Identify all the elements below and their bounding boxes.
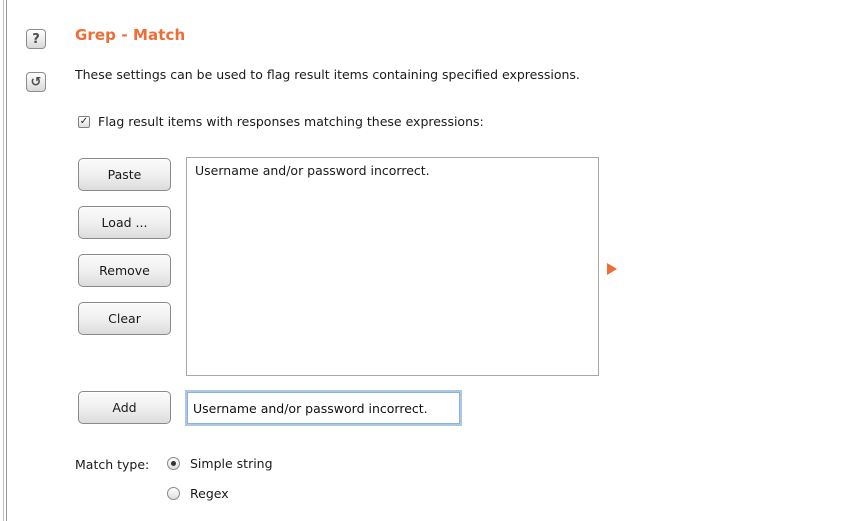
expand-arrow-icon[interactable]	[607, 263, 617, 275]
match-type-simple-option[interactable]: Simple string	[167, 456, 273, 471]
simple-string-radio[interactable]	[167, 457, 180, 470]
match-type-label: Match type:	[75, 457, 150, 472]
regex-radio[interactable]	[167, 487, 180, 500]
paste-button[interactable]: Paste	[78, 158, 171, 191]
simple-string-label: Simple string	[190, 456, 273, 471]
expression-input[interactable]	[185, 390, 462, 426]
expressions-list[interactable]: Username and/or password incorrect.	[186, 157, 599, 376]
add-button[interactable]: Add	[78, 391, 171, 424]
section-title: Grep - Match	[75, 26, 186, 44]
match-type-regex-option[interactable]: Regex	[167, 486, 229, 501]
remove-button[interactable]: Remove	[78, 254, 171, 287]
help-icon[interactable]: ?	[26, 29, 46, 49]
load-button[interactable]: Load ...	[78, 206, 171, 239]
refresh-icon: ↺	[30, 74, 42, 90]
flag-checkbox-label: Flag result items with responses matchin…	[98, 114, 484, 129]
section-description: These settings can be used to flag resul…	[75, 67, 580, 82]
flag-checkbox[interactable]: ✓	[78, 115, 90, 128]
clear-button[interactable]: Clear	[78, 302, 171, 335]
grep-match-panel: ? ↺ Grep - Match These settings can be u…	[0, 0, 852, 521]
flag-matching-option[interactable]: ✓ Flag result items with responses match…	[78, 114, 484, 129]
help-icon-glyph: ?	[32, 31, 40, 47]
checkmark-icon: ✓	[79, 115, 89, 127]
panel-divider	[0, 0, 7, 521]
restore-defaults-icon[interactable]: ↺	[26, 72, 46, 92]
regex-label: Regex	[190, 486, 229, 501]
list-item[interactable]: Username and/or password incorrect.	[187, 158, 598, 183]
